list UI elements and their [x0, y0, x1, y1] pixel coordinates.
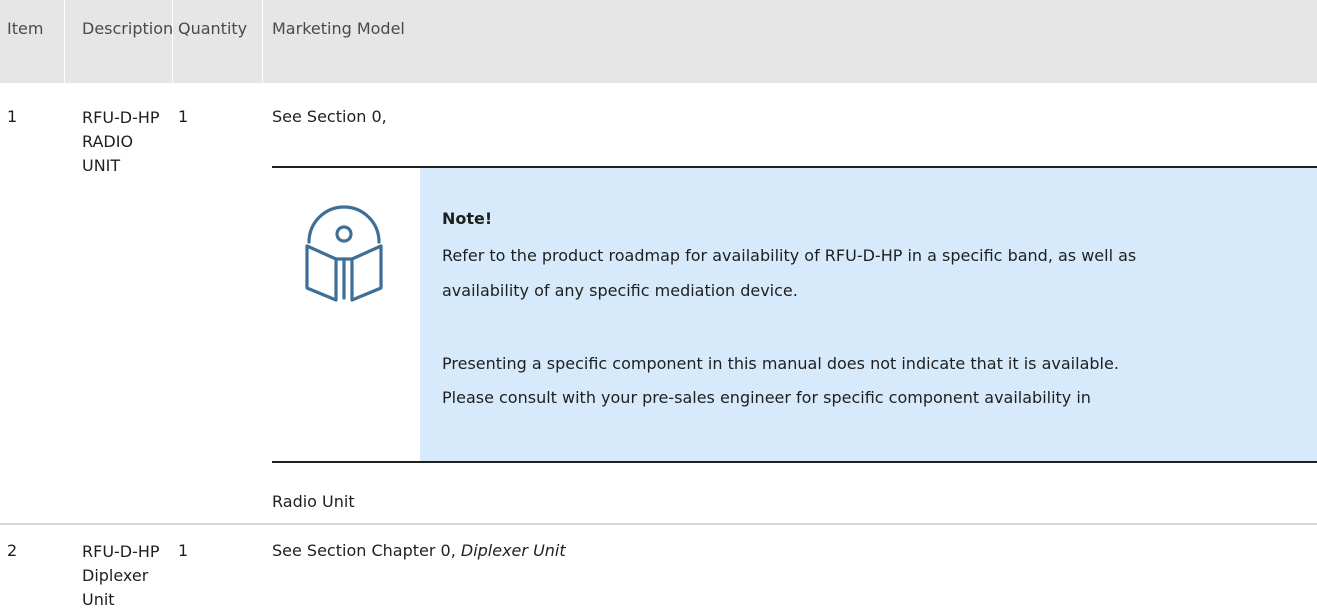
table-header-row: Item Description Quantity Marketing Mode… [0, 0, 1317, 83]
note-title: Note! [442, 209, 493, 228]
row-model-text: See Section 0, [272, 107, 387, 126]
note-text-line: availability of any specific mediation d… [442, 281, 798, 300]
model-reference-link: Diplexer Unit [460, 541, 566, 560]
note-bottom-rule [272, 461, 1317, 463]
row-item-number: 1 [7, 107, 18, 126]
column-divider [172, 0, 173, 83]
column-divider [64, 0, 65, 83]
header-description: Description [82, 19, 174, 38]
note-callout: Note! Refer to the product roadmap for a… [272, 166, 1317, 463]
row-quantity: 1 [178, 541, 189, 560]
row-model-caption: Radio Unit [272, 492, 355, 511]
row-description: RFU-D-HP RADIO UNIT [82, 108, 160, 175]
row-quantity: 1 [178, 107, 189, 126]
header-marketing-model: Marketing Model [272, 19, 405, 38]
column-divider [262, 0, 263, 83]
model-reference-text: See Section Chapter 0, [272, 541, 461, 560]
row-description: RFU-D-HP Diplexer Unit [82, 542, 160, 609]
header-item: Item [7, 19, 44, 38]
note-background [420, 168, 1317, 461]
note-text-line: Refer to the product roadmap for availab… [442, 246, 1137, 265]
row-divider [0, 523, 1317, 525]
header-quantity: Quantity [178, 19, 248, 38]
row-item-number: 2 [7, 541, 18, 560]
note-text-line: Please consult with your pre-sales engin… [442, 388, 1091, 407]
row-model-text: See Section Chapter 0, Diplexer Unit [272, 540, 566, 562]
book-info-icon [302, 192, 386, 308]
note-text-line: Presenting a specific component in this … [442, 354, 1119, 373]
